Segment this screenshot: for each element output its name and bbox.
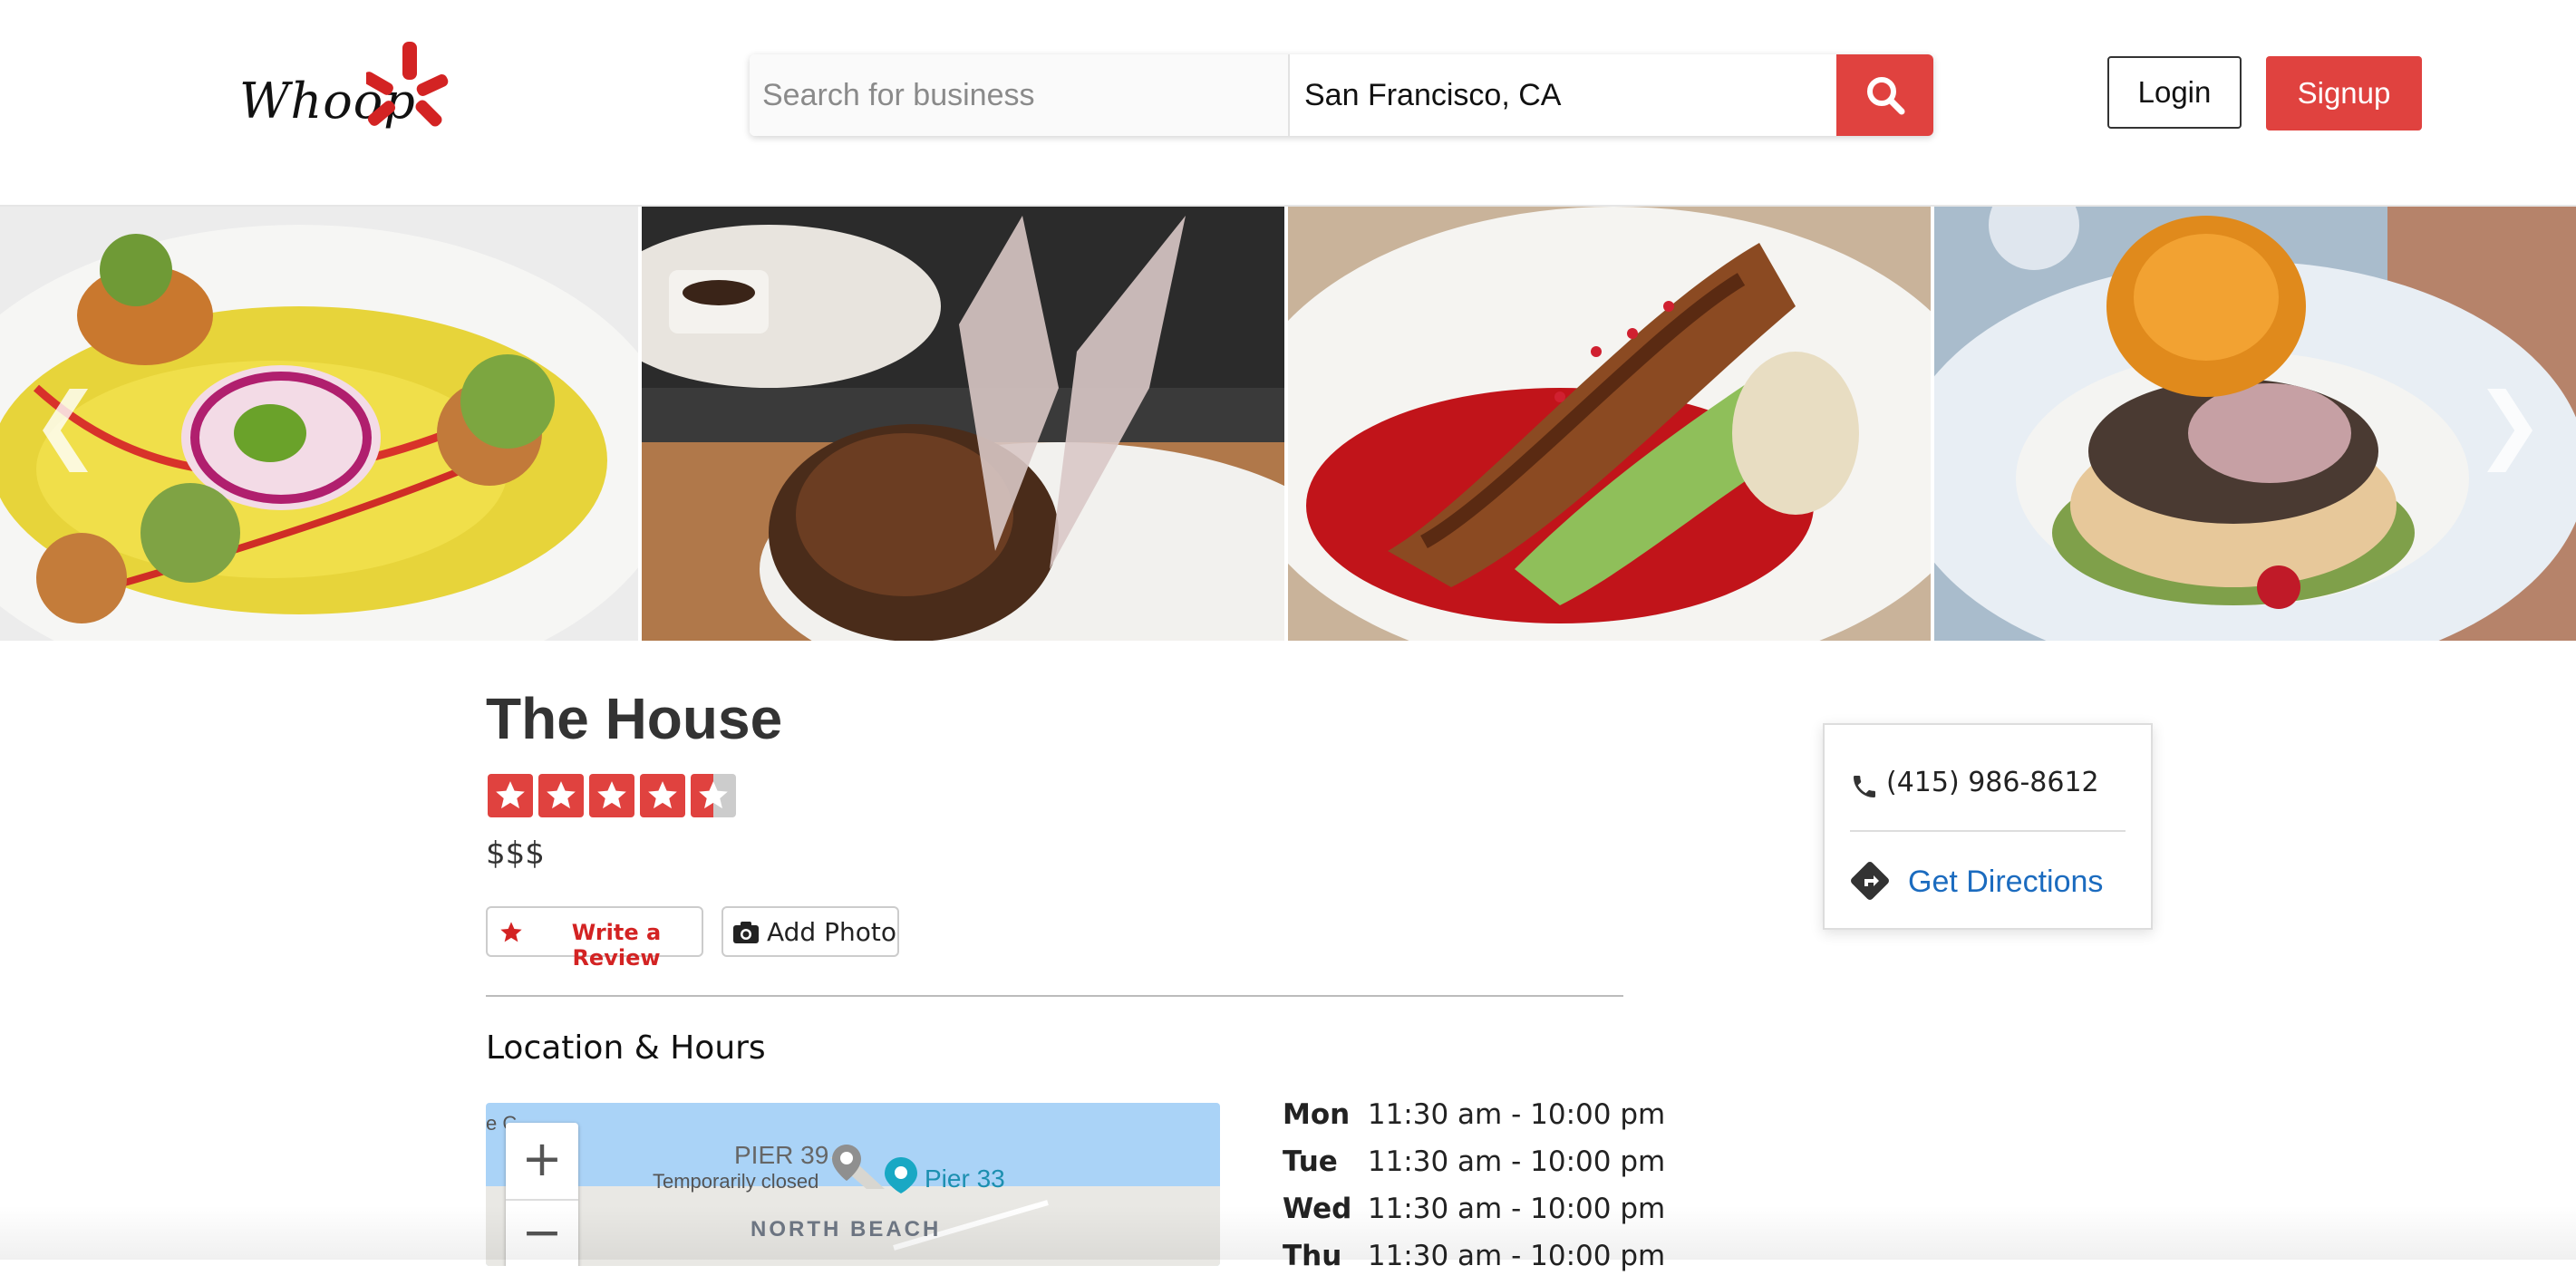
search-button[interactable] bbox=[1836, 54, 1933, 136]
gallery-prev-arrow[interactable]: ❮ bbox=[31, 374, 101, 474]
section-divider bbox=[486, 995, 1623, 997]
location-input[interactable] bbox=[1293, 54, 1680, 136]
hours-row: Mon 11:30 am - 10:00 pm bbox=[1283, 1098, 1665, 1144]
hours-row: Wed 11:30 am - 10:00 pm bbox=[1283, 1193, 1665, 1238]
add-photo-label: Add Photo bbox=[767, 917, 896, 947]
search-icon bbox=[1867, 77, 1905, 115]
hours-time: 11:30 am - 10:00 pm bbox=[1367, 1145, 1666, 1178]
business-search-input[interactable] bbox=[750, 54, 1290, 136]
zoom-out-button[interactable]: − bbox=[506, 1199, 578, 1266]
add-photo-button[interactable]: Add Photo bbox=[721, 906, 899, 957]
map-label-north-beach: NORTH BEACH bbox=[751, 1217, 942, 1242]
star-icon bbox=[589, 774, 634, 817]
food-photo-3[interactable] bbox=[1288, 207, 1931, 641]
map-zoom-control: + − bbox=[506, 1123, 578, 1266]
hours-row: Thu 11:30 am - 10:00 pm bbox=[1283, 1240, 1665, 1285]
photo-gallery: ❮ ❯ bbox=[0, 207, 2576, 641]
hours-day: Thu bbox=[1283, 1240, 1342, 1272]
food-photo-2[interactable] bbox=[642, 207, 1284, 641]
write-review-button[interactable]: Write a Review bbox=[486, 906, 703, 971]
hours-time: 11:30 am - 10:00 pm bbox=[1367, 1098, 1666, 1131]
gallery-next-arrow[interactable]: ❯ bbox=[2474, 374, 2544, 474]
location-map[interactable]: e C PIER 39 Temporarily closed Pier 33 N… bbox=[486, 1103, 1220, 1266]
hours-row: Tue 11:30 am - 10:00 pm bbox=[1283, 1145, 1665, 1191]
map-label-closed: Temporarily closed bbox=[653, 1170, 819, 1193]
camera-icon bbox=[733, 922, 759, 943]
write-review-label: Write a Review bbox=[571, 920, 662, 971]
price-level: $$$ bbox=[486, 836, 545, 872]
signup-button[interactable]: Signup bbox=[2266, 56, 2422, 130]
star-icon bbox=[488, 774, 533, 817]
hours-time: 11:30 am - 10:00 pm bbox=[1367, 1193, 1666, 1225]
login-button[interactable]: Login bbox=[2107, 56, 2242, 129]
phone-icon bbox=[1854, 776, 1875, 797]
star-icon bbox=[538, 774, 584, 817]
star-icon bbox=[500, 922, 522, 942]
map-label-pier33: Pier 33 bbox=[925, 1164, 1005, 1193]
half-star-icon bbox=[691, 774, 736, 817]
business-name: The House bbox=[486, 686, 783, 751]
get-directions-label: Get Directions bbox=[1908, 865, 2104, 899]
star-icon bbox=[640, 774, 685, 817]
get-directions-link[interactable]: Get Directions bbox=[1846, 857, 2118, 903]
card-divider bbox=[1850, 830, 2126, 832]
directions-icon bbox=[1851, 862, 1889, 900]
zoom-in-button[interactable]: + bbox=[506, 1123, 578, 1195]
hours-day: Wed bbox=[1283, 1193, 1352, 1225]
map-label-pier39: PIER 39 bbox=[734, 1141, 829, 1169]
whoop-logo[interactable]: Whoop bbox=[239, 40, 449, 140]
map-pin-icon bbox=[885, 1157, 917, 1193]
top-header: Whoop Login Signup bbox=[0, 0, 2576, 207]
location-hours-heading: Location & Hours bbox=[486, 1029, 766, 1067]
hours-day: Tue bbox=[1283, 1145, 1338, 1178]
phone-number: (415) 986-8612 bbox=[1886, 767, 2099, 798]
hours-day: Mon bbox=[1283, 1098, 1351, 1131]
search-bar bbox=[750, 54, 1933, 136]
map-pin-icon bbox=[832, 1145, 861, 1181]
burst-icon bbox=[366, 42, 449, 127]
contact-card: (415) 986-8612 Get Directions bbox=[1823, 723, 2153, 930]
hours-time: 11:30 am - 10:00 pm bbox=[1367, 1240, 1666, 1272]
